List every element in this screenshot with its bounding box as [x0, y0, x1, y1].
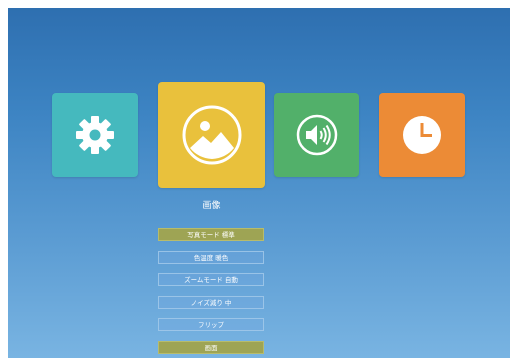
settings-tile[interactable] [52, 93, 138, 177]
speaker-icon [295, 113, 339, 157]
timer-tile[interactable] [379, 93, 465, 177]
image-icon [181, 104, 243, 166]
section-label: 画像 [202, 201, 221, 211]
gear-icon [74, 114, 116, 156]
menu-item-screen[interactable]: 画面 [158, 341, 264, 354]
sound-tile[interactable] [274, 93, 359, 177]
menu-item-picture-mode[interactable]: 写真モード 標準 [158, 228, 264, 241]
menu-item-color-temperature[interactable]: 色温度 暖色 [158, 251, 264, 264]
menu-item-noise-reduction[interactable]: ノイズ減り 中 [158, 296, 264, 309]
clock-icon [400, 113, 444, 157]
tv-menu-screen: 画像 写真モード 標準 色温度 暖色 ズームモード 自動 ノイズ減り 中 フリッ… [8, 8, 510, 358]
menu-item-zoom-mode[interactable]: ズームモード 自動 [158, 273, 264, 286]
menu-item-flip[interactable]: フリップ [158, 318, 264, 331]
picture-tile[interactable] [158, 82, 265, 188]
